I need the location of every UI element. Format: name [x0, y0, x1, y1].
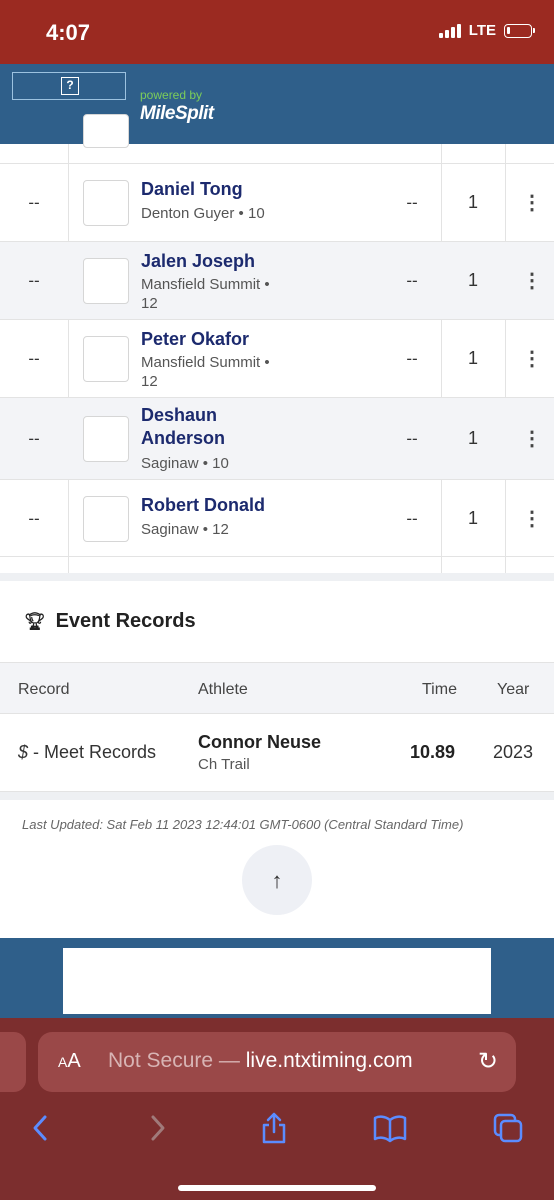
bookmarks-icon[interactable] [370, 1108, 410, 1148]
question-mark-icon: ? [61, 77, 79, 95]
record-type: $ - Meet Records [18, 742, 156, 763]
table-row[interactable]: -- Deshaun Anderson Saginaw • 10 -- 1 ⋮ [0, 398, 554, 480]
records-table-header: Record Athlete Time Year [0, 662, 554, 714]
site-footer [0, 938, 554, 1030]
table-row[interactable]: -- Peter Okafor Mansfield Summit • 12 -- 1 ⋮ [0, 320, 554, 398]
col-record: Record [18, 681, 70, 698]
battery-level [507, 26, 510, 34]
athlete-name[interactable]: Robert Donald [141, 494, 321, 517]
col-year: Year [497, 681, 530, 698]
previous-tab-peek[interactable] [0, 1032, 26, 1092]
record-year: 2023 [493, 742, 534, 762]
athlete-avatar [83, 416, 129, 462]
athlete-name[interactable]: Jalen Joseph [141, 250, 321, 273]
powered-by-label: powered by [140, 88, 203, 102]
place-cell: -- [28, 271, 40, 290]
place-cell: -- [28, 349, 40, 368]
trophy-icon: 🏆︎ [24, 611, 46, 631]
place-cell: -- [28, 193, 40, 212]
more-options-icon[interactable]: ⋮ [518, 268, 546, 293]
tabs-icon[interactable] [488, 1108, 528, 1148]
more-options-icon[interactable]: ⋮ [518, 346, 546, 371]
table-row[interactable]: -- Jalen Joseph Mansfield Summit • 12 -- 1 ⋮ [0, 242, 554, 320]
athlete-avatar [83, 114, 129, 148]
event-records-title: Event Records [55, 610, 196, 632]
status-bar: 4:07 LTE [0, 0, 554, 64]
network-type: LTE [468, 22, 496, 39]
heat-cell: 1 [467, 428, 478, 448]
mark-cell: -- [406, 508, 418, 528]
section-divider [0, 792, 554, 800]
footer-ad-slot[interactable] [63, 948, 491, 1014]
athlete-name[interactable]: Daniel Tong [141, 178, 321, 201]
col-athlete: Athlete [198, 681, 248, 698]
heat-cell: 1 [467, 192, 478, 212]
results-table: -- Daniel Tong Denton Guyer • 10 -- 1 ⋮ -- Jale… [0, 114, 554, 574]
share-icon[interactable] [254, 1108, 294, 1148]
last-updated: Last Updated: Sat Feb 11 2023 12:44:01 G… [22, 817, 464, 832]
browser-chrome: AA Not Secure — live.ntxtiming.com ↻ [0, 1018, 554, 1200]
place-cell: -- [28, 508, 40, 528]
status-indicators: LTE [438, 22, 535, 39]
cellular-signal-icon [438, 23, 461, 38]
athlete-team-grade: Mansfield Summit • 12 [141, 354, 270, 390]
more-options-icon[interactable]: ⋮ [518, 426, 546, 451]
place-cell: -- [28, 429, 40, 448]
mark-cell: -- [406, 193, 418, 212]
heat-cell: 1 [467, 507, 478, 528]
forward-icon[interactable] [138, 1108, 178, 1148]
table-row-partial [0, 114, 554, 164]
athlete-team-grade: Saginaw • 10 [141, 455, 229, 472]
mark-cell: -- [406, 349, 418, 368]
athlete-name[interactable]: Peter Okafor [141, 328, 321, 351]
address-text[interactable]: Not Secure — live.ntxtiming.com [108, 1049, 413, 1073]
more-options-icon[interactable]: ⋮ [518, 190, 546, 215]
event-records-heading: 🏆︎ Event Records [24, 610, 196, 633]
back-icon[interactable] [20, 1108, 60, 1148]
col-time: Time [422, 681, 457, 698]
athlete-avatar [83, 336, 129, 382]
dollar-symbol: $ [18, 742, 29, 762]
status-time: 4:07 [46, 20, 91, 45]
reader-aa-button[interactable]: AA [58, 1050, 81, 1073]
athlete-team-grade: Mansfield Summit • 12 [141, 276, 270, 312]
heat-cell: 1 [467, 348, 478, 368]
record-team: Ch Trail [198, 756, 250, 773]
table-row[interactable]: -- Daniel Tong Denton Guyer • 10 -- 1 ⋮ [0, 164, 554, 242]
record-row: $ - Meet Records Connor Neuse Ch Trail 1… [0, 714, 554, 792]
record-type-label: - Meet Records [28, 742, 157, 762]
mark-cell: -- [406, 271, 418, 290]
table-row[interactable]: -- Robert Donald Saginaw • 12 -- 1 ⋮ [0, 480, 554, 557]
browser-toolbar [0, 1108, 554, 1158]
address-bar[interactable]: AA Not Secure — live.ntxtiming.com ↻ [38, 1032, 516, 1092]
record-athlete[interactable]: Connor Neuse [198, 732, 321, 753]
mark-cell: -- [406, 429, 418, 448]
domain-label: live.ntxtiming.com [245, 1049, 413, 1072]
athlete-team-grade: Denton Guyer • 10 [141, 205, 265, 222]
athlete-avatar [83, 180, 129, 226]
heat-cell: 1 [467, 270, 478, 290]
more-options-icon[interactable]: ⋮ [518, 506, 546, 531]
section-divider [0, 573, 554, 581]
athlete-name[interactable]: Deshaun Anderson [141, 404, 251, 450]
reload-icon[interactable]: ↻ [478, 1047, 498, 1076]
battery-icon [504, 23, 535, 38]
scroll-to-top-button[interactable]: ↑ [242, 845, 312, 915]
home-indicator [178, 1185, 376, 1191]
athlete-team-grade: Saginaw • 12 [141, 521, 229, 538]
athlete-avatar [83, 495, 129, 542]
milesplit-logo[interactable]: MileSplit [140, 103, 214, 125]
record-time: 10.89 [410, 742, 456, 762]
not-secure-label: Not Secure — [108, 1049, 240, 1072]
header-ad-slot[interactable]: ? [12, 72, 126, 100]
athlete-avatar [83, 258, 129, 304]
